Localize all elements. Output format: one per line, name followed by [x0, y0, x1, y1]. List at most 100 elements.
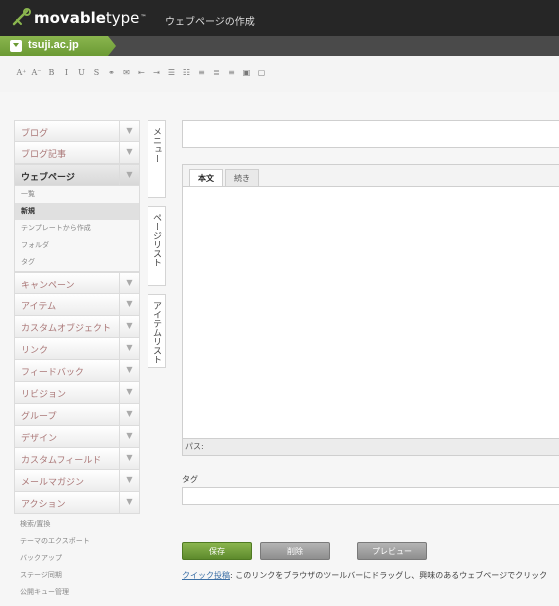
- sidebar-menu-item[interactable]: リビジョン ▼: [14, 382, 140, 404]
- toolbar-button[interactable]: S: [89, 66, 104, 80]
- sidebar-menu-item[interactable]: グループ ▼: [14, 404, 140, 426]
- menu-label: カスタムオブジェクト: [21, 324, 112, 334]
- tools-item[interactable]: ステージ同期: [14, 567, 140, 584]
- tools-list: 検索/置換 テーマのエクスポート バックアップ ステージ同期 公開キュー管理: [14, 516, 140, 601]
- chevron-down-icon: ▼: [119, 294, 139, 315]
- toolbar-button[interactable]: ✉: [119, 66, 134, 80]
- toolbar-button[interactable]: B: [44, 66, 59, 80]
- chevron-down-icon: ▼: [119, 470, 139, 491]
- toolbar-button[interactable]: A⁻: [29, 66, 44, 80]
- menu-label: アイテム: [21, 302, 57, 312]
- sidebar-menu-item[interactable]: アイテム ▼: [14, 294, 140, 316]
- sidebar-menu-item[interactable]: リンク ▼: [14, 338, 140, 360]
- submenu-item[interactable]: タグ: [15, 254, 139, 271]
- toolbar-button[interactable]: ≡: [224, 66, 239, 80]
- toolbar-button[interactable]: ☷: [179, 66, 194, 80]
- toolbar-button[interactable]: ≡: [194, 66, 209, 80]
- sidebar-menu-item[interactable]: ブログ ▼: [14, 120, 140, 142]
- toolbar-button[interactable]: ▢: [254, 66, 269, 80]
- tab-body[interactable]: 本文: [189, 169, 223, 186]
- tab-item-list-label: アイテムリスト: [151, 301, 161, 364]
- tab-page-list-label: ページリスト: [151, 213, 161, 267]
- tags-label: タグ: [182, 475, 198, 484]
- tools-item[interactable]: テーマのエクスポート: [14, 533, 140, 550]
- tags-input[interactable]: [182, 487, 559, 505]
- app-header: movabletype™ ウェブページの作成: [0, 0, 559, 36]
- tab-page-list[interactable]: ページリスト: [148, 206, 166, 286]
- blog-bar: tsuji.ac.jp: [0, 36, 559, 56]
- delete-button[interactable]: 削除: [260, 542, 330, 560]
- tab-menu-label: メニュー: [151, 127, 161, 163]
- menu-label: ウェブページ: [21, 173, 75, 183]
- mt-logo-icon: [12, 8, 32, 28]
- tab-more[interactable]: 続き: [225, 169, 259, 186]
- chevron-down-icon: ▼: [119, 360, 139, 381]
- tab-item-list[interactable]: アイテムリスト: [148, 294, 166, 368]
- submenu-item[interactable]: 一覧: [15, 186, 139, 203]
- toolbar-button[interactable]: ⇥: [149, 66, 164, 80]
- editor-panel: 本文 続き パス:: [182, 164, 559, 456]
- chevron-down-icon: ▼: [119, 492, 139, 513]
- chevron-down-icon: ▼: [119, 316, 139, 337]
- movabletype-logo[interactable]: movabletype™: [12, 8, 146, 28]
- toolbar-buttons: A⁺ A⁻ B I U S ⚭ ✉ ⇤ ⇥ ☰ ☷ ≡ ≣ ≡ ▣ ▢: [14, 66, 269, 80]
- sidebar-menu: ブログ ▼ ブログ記事 ▼ ウェブページ ▼ 一覧 新規 テンプレートから作成 フォルダ タグ…: [14, 120, 140, 601]
- chevron-down-icon: ▼: [119, 338, 139, 359]
- editor-toolbar: A⁺ A⁻ B I U S ⚭ ✉ ⇤ ⇥ ☰ ☷ ≡ ≣ ≡ ▣ ▢: [0, 56, 559, 92]
- tools-item[interactable]: バックアップ: [14, 550, 140, 567]
- chevron-down-icon: ▼: [119, 121, 139, 141]
- menu-label: リビジョン: [21, 390, 67, 400]
- menu-label: リンク: [21, 346, 49, 356]
- toolbar-button[interactable]: I: [59, 66, 74, 80]
- sidebar-menu-item[interactable]: メールマガジン ▼: [14, 470, 140, 492]
- title-input[interactable]: [182, 120, 559, 148]
- quickpost-note: クイック投稿: このリンクをブラウザのツールバーにドラッグし、興味のあるウェブペ…: [182, 570, 547, 581]
- submenu-item[interactable]: フォルダ: [15, 237, 139, 254]
- sidebar-menu-item[interactable]: アクション ▼: [14, 492, 140, 514]
- dropdown-icon: [10, 40, 22, 52]
- submenu-item[interactable]: 新規: [15, 203, 139, 220]
- save-button[interactable]: 保存: [182, 542, 252, 560]
- body-editor[interactable]: [183, 186, 559, 440]
- blog-name: tsuji.ac.jp: [28, 39, 79, 51]
- chevron-down-icon: ▼: [119, 382, 139, 403]
- chevron-down-icon: ▼: [119, 404, 139, 425]
- sidebar-menu-item[interactable]: カスタムオブジェクト ▼: [14, 316, 140, 338]
- page-title: ウェブページの作成: [165, 17, 255, 28]
- chevron-down-icon: ▼: [119, 165, 139, 185]
- chevron-down-icon: ▼: [119, 448, 139, 469]
- path-bar: パス:: [183, 438, 559, 455]
- menu-label: グループ: [21, 412, 57, 422]
- logo-wordmark: movabletype™: [34, 9, 147, 27]
- tools-item[interactable]: 公開キュー管理: [14, 584, 140, 601]
- toolbar-button[interactable]: ⇤: [134, 66, 149, 80]
- sidebar-menu-item[interactable]: フィードバック ▼: [14, 360, 140, 382]
- toolbar-button[interactable]: ☰: [164, 66, 179, 80]
- quickpost-link[interactable]: クイック投稿: [182, 571, 230, 580]
- editor-tabs: 本文 続き: [189, 169, 261, 186]
- toolbar-button[interactable]: A⁺: [14, 66, 29, 80]
- toolbar-button[interactable]: U: [74, 66, 89, 80]
- menu-label: カスタムフィールド: [21, 456, 102, 466]
- blog-selector[interactable]: tsuji.ac.jp: [0, 36, 116, 56]
- menu-label: メールマガジン: [21, 478, 85, 488]
- toolbar-button[interactable]: ⚭: [104, 66, 119, 80]
- sidebar-menu-item[interactable]: キャンペーン ▼: [14, 272, 140, 294]
- chevron-down-icon: ▼: [119, 426, 139, 447]
- sidebar-menu-item[interactable]: カスタムフィールド ▼: [14, 448, 140, 470]
- sidebar-menu-item[interactable]: デザイン ▼: [14, 426, 140, 448]
- preview-button[interactable]: プレビュー: [357, 542, 427, 560]
- toolbar-button[interactable]: ▣: [239, 66, 254, 80]
- menu-webpage[interactable]: ウェブページ ▼: [14, 164, 140, 186]
- menu-label: ブログ記事: [21, 150, 67, 160]
- menu-label: アクション: [21, 500, 66, 510]
- menu-label: フィードバック: [21, 368, 84, 378]
- quickpost-text: : このリンクをブラウザのツールバーにドラッグし、興味のあるウェブページでクリッ…: [230, 571, 548, 580]
- submenu-item[interactable]: テンプレートから作成: [15, 220, 139, 237]
- sidebar-menu-item[interactable]: ブログ記事 ▼: [14, 142, 140, 164]
- toolbar-button[interactable]: ≣: [209, 66, 224, 80]
- tab-menu[interactable]: メニュー: [148, 120, 166, 198]
- webpage-submenu: 一覧 新規 テンプレートから作成 フォルダ タグ: [14, 186, 140, 272]
- menu-label: デザイン: [21, 434, 58, 444]
- tools-item[interactable]: 検索/置換: [14, 516, 140, 533]
